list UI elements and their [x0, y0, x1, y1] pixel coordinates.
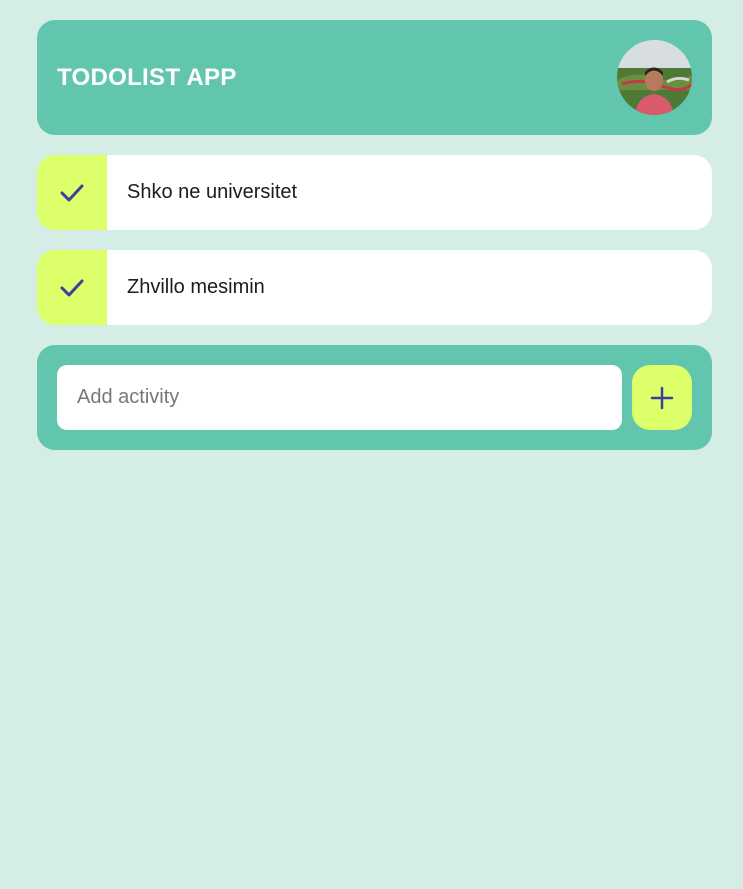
plus-icon — [650, 386, 674, 409]
todo-app: TODOLIST APP Shko ne universitet Zhvillo… — [37, 20, 712, 450]
complete-toggle[interactable] — [37, 155, 107, 230]
avatar-photo — [617, 40, 692, 115]
avatar[interactable] — [617, 40, 692, 115]
todo-label: Zhvillo mesimin — [127, 276, 265, 298]
todo-item: Zhvillo mesimin — [37, 250, 712, 325]
app-header: TODOLIST APP — [37, 20, 712, 135]
add-activity-button[interactable] — [632, 365, 692, 430]
add-activity-input[interactable] — [57, 365, 622, 430]
todo-label: Shko ne universitet — [127, 181, 298, 203]
todo-item: Shko ne universitet — [37, 155, 712, 230]
add-activity-form — [37, 345, 712, 450]
check-icon — [60, 279, 84, 296]
app-title: TODOLIST APP — [57, 63, 237, 91]
complete-toggle[interactable] — [37, 250, 107, 325]
check-icon — [60, 184, 84, 201]
